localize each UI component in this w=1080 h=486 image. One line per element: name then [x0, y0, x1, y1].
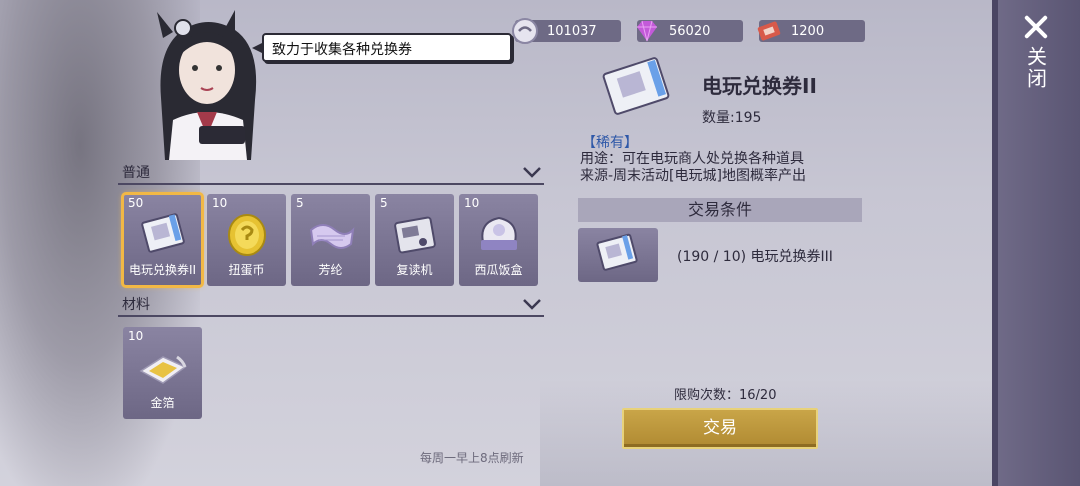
arcade-ticket-icon — [598, 55, 678, 120]
gacha-coin-icon — [221, 212, 273, 258]
section-header-materials[interactable]: 材料 — [118, 295, 544, 317]
item-tile-cassette-player[interactable]: 5 复读机 — [375, 194, 454, 286]
item-source: 来源-周末活动[电玩城]地图概率产出 — [580, 168, 806, 184]
item-usage: 用途：可在电玩商人处兑换各种道具 — [580, 151, 804, 167]
close-icon — [1023, 14, 1049, 40]
item-rarity: 【稀有】 — [582, 135, 638, 151]
chevron-down-icon[interactable] — [522, 296, 542, 312]
item-name: 西瓜饭盒 — [474, 263, 523, 277]
lunchbox-icon — [473, 212, 525, 258]
item-tile-lunchbox[interactable]: 10 西瓜饭盒 — [459, 194, 538, 286]
trade-condition-text: (190 / 10) 电玩兑换券III — [677, 249, 833, 265]
close-label: 关闭 — [1023, 46, 1048, 90]
currency-diamond: 56020 — [637, 20, 743, 42]
item-name: 芳纶 — [318, 263, 343, 277]
item-tile-arcade-ticket[interactable]: 50 电玩兑换券II — [121, 192, 204, 288]
item-tile-gacha-coin[interactable]: 10 扭蛋币 — [207, 194, 286, 286]
aramid-fabric-icon — [305, 212, 357, 258]
item-count: 5 — [380, 196, 388, 210]
diamond-icon — [633, 17, 661, 45]
cassette-player-icon — [389, 212, 441, 258]
item-detail-quantity: 数量:195 — [702, 110, 762, 126]
item-name: 金箔 — [150, 396, 175, 410]
ticket-icon — [755, 17, 783, 45]
currency-ticket: 1200 — [757, 20, 865, 42]
item-count: 50 — [128, 196, 144, 210]
purchase-limit: 限购次数：16/20 — [674, 388, 777, 403]
coin-icon — [511, 17, 539, 45]
item-count: 10 — [464, 196, 480, 210]
item-description: 用途：可在电玩商人处兑换各种道具 来源-周末活动[电玩城]地图概率产出 — [580, 151, 806, 185]
section-title-normal: 普通 — [122, 165, 150, 181]
item-name: 复读机 — [396, 263, 433, 277]
section-title-materials: 材料 — [122, 297, 150, 313]
item-name: 电玩兑换券II — [128, 263, 197, 277]
chevron-down-icon[interactable] — [522, 164, 542, 180]
trade-condition-header: 交易条件 — [578, 198, 862, 222]
npc-speech-bubble: 致力于收集各种兑换券 — [252, 33, 512, 62]
section-header-normal[interactable]: 普通 — [118, 163, 544, 185]
item-detail-title: 电玩兑换券II — [702, 74, 817, 98]
currency-diamond-value: 56020 — [669, 23, 711, 39]
trade-button[interactable]: 交易 — [622, 408, 818, 449]
shop-npc-portrait — [143, 8, 273, 160]
refresh-note: 每周一早上8点刷新 — [420, 451, 524, 465]
currency-ticket-value: 1200 — [791, 23, 825, 39]
close-button[interactable]: 关闭 — [1016, 14, 1056, 104]
arcade-ticket-icon — [137, 212, 189, 258]
item-count: 5 — [296, 196, 304, 210]
item-tile-aramid[interactable]: 5 芳纶 — [291, 194, 370, 286]
trade-condition-item[interactable] — [578, 228, 658, 282]
item-tile-gold-foil[interactable]: 10 金箔 — [123, 327, 202, 419]
item-count: 10 — [212, 196, 228, 210]
item-count: 10 — [128, 329, 144, 343]
currency-coin: 101037 — [512, 18, 621, 44]
currency-coin-value: 101037 — [547, 23, 597, 39]
gold-foil-icon — [137, 345, 189, 391]
item-name: 扭蛋币 — [228, 263, 265, 277]
